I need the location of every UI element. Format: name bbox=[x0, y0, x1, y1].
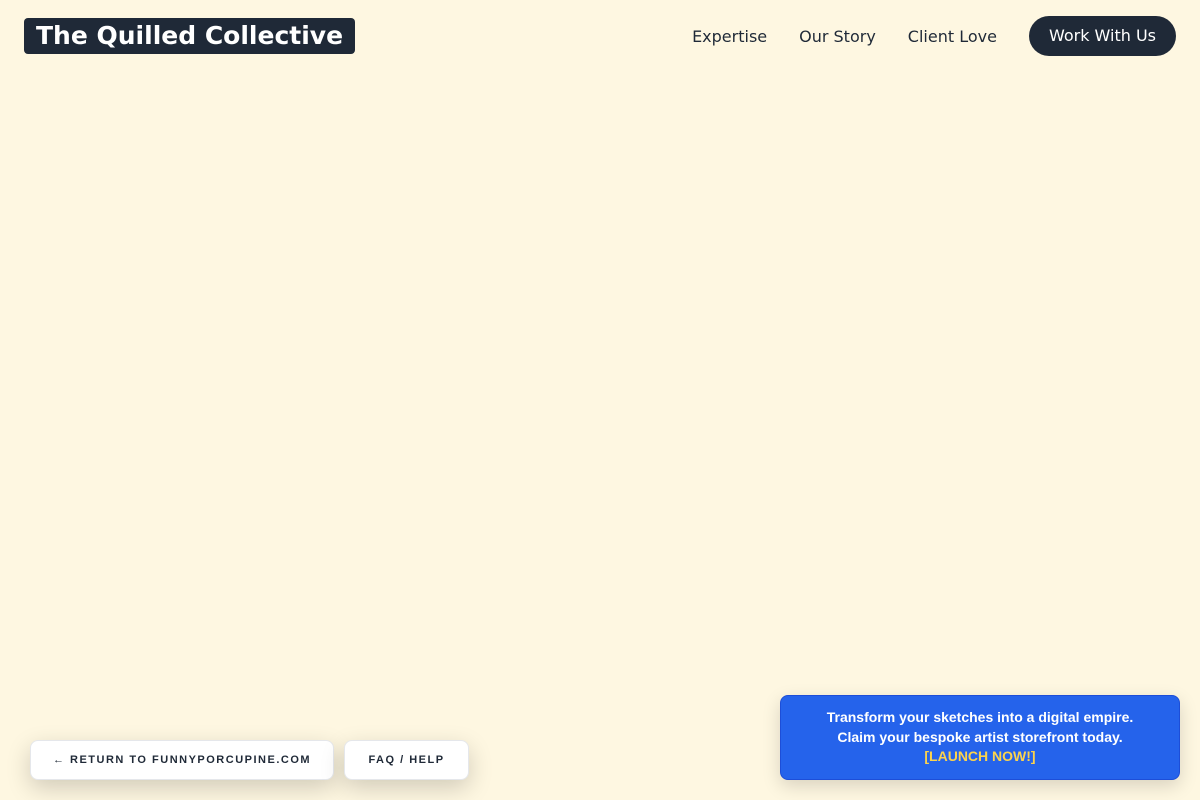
promo-text-line-1: Transform your sketches into a digital e… bbox=[826, 709, 1134, 725]
main-nav: Expertise Our Story Client Love Work Wit… bbox=[692, 16, 1176, 56]
faq-help-button[interactable]: FAQ / HELP bbox=[344, 740, 469, 780]
return-to-site-button[interactable]: ← RETURN TO FUNNYPORCUPINE.COM bbox=[30, 740, 334, 780]
site-logo[interactable]: The Quilled Collective bbox=[24, 18, 356, 54]
promo-banner[interactable]: Transform your sketches into a digital e… bbox=[780, 695, 1180, 780]
promo-text-line-2: Claim your bespoke artist storefront tod… bbox=[837, 728, 1123, 745]
nav-link-our-story[interactable]: Our Story bbox=[799, 27, 876, 46]
page: The Quilled Collective Expertise Our Sto… bbox=[0, 0, 1200, 800]
work-with-us-button[interactable]: Work With Us bbox=[1028, 16, 1176, 56]
site-header: The Quilled Collective Expertise Our Sto… bbox=[0, 0, 1200, 72]
nav-link-expertise[interactable]: Expertise bbox=[692, 27, 767, 46]
nav-link-client-love[interactable]: Client Love bbox=[908, 27, 997, 46]
launch-now-link[interactable]: [LAUNCH NOW!] bbox=[781, 747, 1179, 767]
